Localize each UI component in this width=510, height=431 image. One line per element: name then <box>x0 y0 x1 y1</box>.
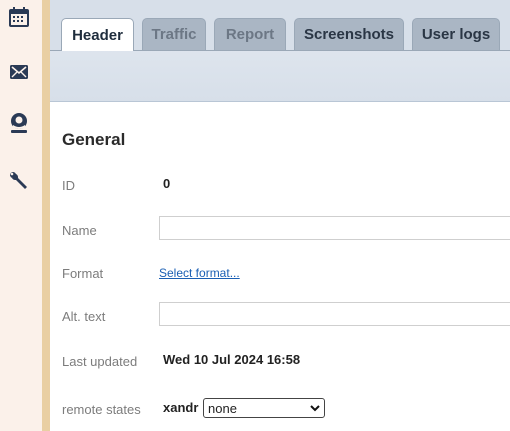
remote-state-select[interactable]: none <box>203 398 325 418</box>
last-updated-label: Last updated <box>62 354 138 369</box>
format-label: Format <box>62 266 104 281</box>
tab-header[interactable]: Header <box>61 18 134 51</box>
wrench-icon[interactable] <box>8 170 30 192</box>
section-title: General <box>62 130 126 149</box>
id-label: ID <box>62 178 75 193</box>
tab-traffic: Traffic <box>142 18 206 50</box>
alt-text-label: Alt. text <box>62 309 106 324</box>
name-input[interactable] <box>159 216 510 240</box>
tab-report: Report <box>214 18 286 50</box>
alt-text-input[interactable] <box>159 302 510 326</box>
remote-state-selected: none <box>208 400 237 416</box>
tab-user-logs[interactable]: User logs <box>412 18 500 50</box>
id-value: 0 <box>163 176 171 191</box>
remote-provider-label: xandr <box>163 400 199 415</box>
last-updated-value: Wed 10 Jul 2024 16:58 <box>163 352 301 367</box>
name-label: Name <box>62 223 97 238</box>
select-format-link[interactable]: Select format... <box>159 266 240 280</box>
user-badge-icon[interactable] <box>8 112 30 134</box>
envelope-icon[interactable] <box>8 61 30 83</box>
calendar-icon[interactable] <box>8 6 30 28</box>
sidebar-divider <box>42 0 50 431</box>
chevron-down-icon <box>310 404 320 411</box>
remote-states-label: remote states <box>62 402 141 417</box>
tab-screenshots[interactable]: Screenshots <box>294 18 404 50</box>
